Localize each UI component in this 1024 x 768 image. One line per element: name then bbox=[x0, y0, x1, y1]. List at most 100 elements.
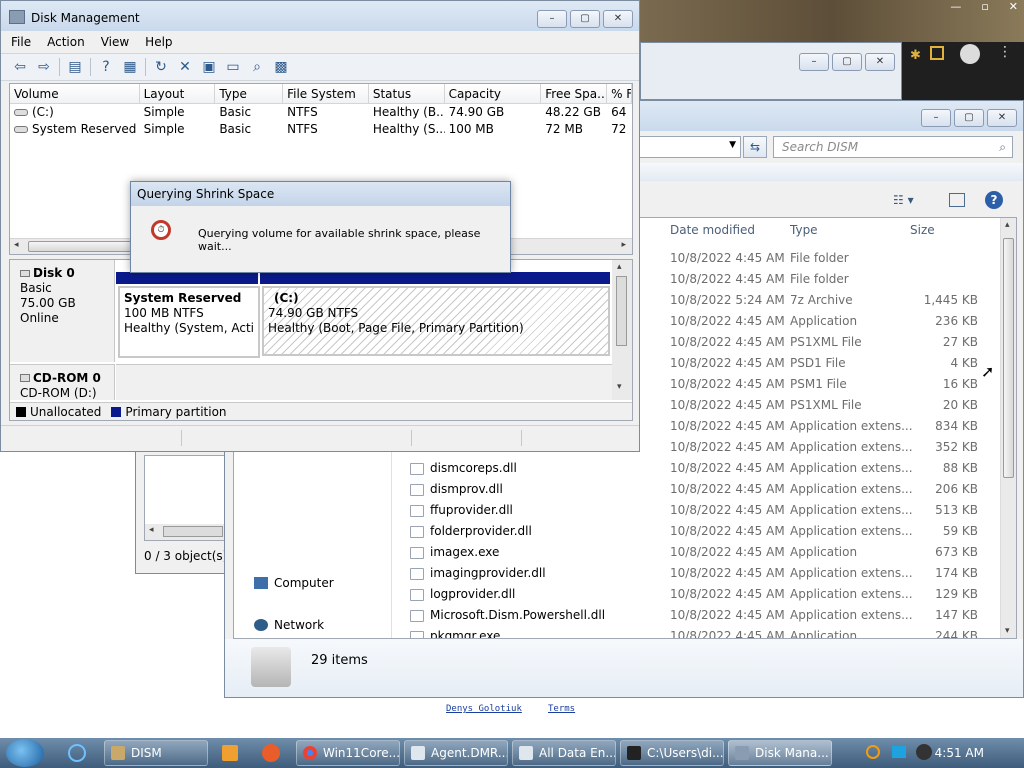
file-row[interactable]: ffuprovider.dll 10/8/2022 4:45 AM Applicat… bbox=[392, 500, 1000, 521]
scroll-up-icon[interactable]: ▴ bbox=[1005, 220, 1010, 230]
open-folder-icon[interactable]: ▭ bbox=[224, 58, 242, 76]
maximize-icon[interactable]: ▫ bbox=[981, 0, 988, 13]
taskbar-chrome[interactable]: Win11Core... bbox=[296, 740, 400, 766]
terms-link[interactable]: Terms bbox=[548, 704, 575, 714]
column-size[interactable]: Size bbox=[910, 223, 935, 237]
minimize-button[interactable]: – bbox=[537, 10, 567, 28]
column-volume[interactable]: Volume bbox=[10, 84, 140, 103]
media-player-icon[interactable] bbox=[222, 745, 238, 761]
file-row[interactable]: Microsoft.Dism.Powershell.dll 10/8/2022 4… bbox=[392, 605, 1000, 626]
scroll-down-icon[interactable]: ▾ bbox=[617, 382, 622, 392]
partition-c[interactable]: (C:) 74.90 GB NTFS Healthy (Boot, Page F… bbox=[262, 286, 610, 356]
more-menu-icon[interactable]: ⋮ bbox=[998, 44, 1012, 60]
scroll-up-icon[interactable]: ▴ bbox=[617, 262, 622, 272]
minimize-button[interactable]: – bbox=[921, 109, 951, 127]
grid-icon[interactable]: ▩ bbox=[272, 58, 290, 76]
file-row[interactable]: dismcoreps.dll 10/8/2022 4:45 AM Applicati… bbox=[392, 458, 1000, 479]
taskbar-clock[interactable]: 4:51 AM bbox=[935, 746, 984, 760]
column-free-space[interactable]: Free Spa... bbox=[541, 84, 608, 103]
column-status[interactable]: Status bbox=[369, 84, 445, 103]
scroll-left-icon[interactable]: ◂ bbox=[14, 240, 19, 250]
delete-icon[interactable]: ✕ bbox=[176, 58, 194, 76]
partition-system-reserved[interactable]: System Reserved 100 MB NTFS Healthy (Sys… bbox=[118, 286, 260, 358]
dialog-title[interactable]: Querying Shrink Space bbox=[131, 182, 510, 206]
scroll-thumb[interactable] bbox=[163, 526, 223, 537]
start-button[interactable] bbox=[6, 739, 44, 767]
internet-explorer-icon[interactable] bbox=[68, 744, 86, 762]
volume-row[interactable]: (C:) Simple Basic NTFS Healthy (B... 74.… bbox=[10, 104, 632, 121]
file-date: 10/8/2022 4:45 AM bbox=[670, 377, 785, 391]
paint-icon[interactable] bbox=[262, 744, 280, 762]
refresh-button[interactable]: ⇆ bbox=[743, 136, 767, 158]
search-input[interactable]: Search DISM ⌕ bbox=[773, 136, 1013, 158]
maximize-button[interactable]: ▢ bbox=[954, 109, 984, 127]
sidebar-icon[interactable] bbox=[930, 46, 944, 60]
column-type[interactable]: Type bbox=[215, 84, 284, 103]
taskbar-7zip[interactable]: C:\Users\di... bbox=[620, 740, 724, 766]
disk-management-titlebar[interactable]: Disk Management – ▢ ✕ bbox=[1, 1, 639, 31]
menu-view[interactable]: View bbox=[101, 35, 129, 49]
disk-pane-scrollbar[interactable]: ▴ ▾ bbox=[612, 260, 632, 400]
close-button[interactable]: ✕ bbox=[603, 10, 633, 28]
taskbar-agent[interactable]: Agent.DMR... bbox=[404, 740, 508, 766]
properties-icon[interactable]: ▦ bbox=[121, 58, 139, 76]
file-row[interactable]: folderprovider.dll 10/8/2022 4:45 AM Appli… bbox=[392, 521, 1000, 542]
column-file-system[interactable]: File System bbox=[283, 84, 369, 103]
help-icon[interactable]: ? bbox=[97, 58, 115, 76]
tray-display-icon[interactable] bbox=[892, 746, 906, 758]
menu-file[interactable]: File bbox=[11, 35, 31, 49]
refresh-icon[interactable]: ↻ bbox=[152, 58, 170, 76]
search-icon[interactable]: ⌕ bbox=[248, 58, 266, 76]
close-button[interactable]: ✕ bbox=[865, 53, 895, 71]
disk-0-label[interactable]: Disk 0 Basic 75.00 GB Online bbox=[10, 260, 115, 362]
menu-help[interactable]: Help bbox=[145, 35, 172, 49]
file-row[interactable]: imagex.exe 10/8/2022 4:45 AM Application 67… bbox=[392, 542, 1000, 563]
author-link[interactable]: Denys Golotiuk bbox=[446, 704, 522, 714]
vertical-scrollbar[interactable]: ▴ ▾ bbox=[1000, 218, 1016, 638]
scroll-thumb[interactable] bbox=[616, 276, 627, 346]
help-icon[interactable]: ? bbox=[985, 191, 1003, 209]
column-type[interactable]: Type bbox=[790, 223, 818, 237]
profile-avatar-icon[interactable] bbox=[960, 44, 980, 64]
file-row[interactable]: imagingprovider.dll 10/8/2022 4:45 AM Appl… bbox=[392, 563, 1000, 584]
change-view-icon[interactable]: ☷ ▾ bbox=[893, 193, 914, 207]
tray-volume-icon[interactable] bbox=[916, 744, 932, 760]
menu-action[interactable]: Action bbox=[47, 35, 85, 49]
taskbar-disk-management[interactable]: Disk Mana... bbox=[728, 740, 832, 766]
folder-icon bbox=[251, 647, 291, 687]
column-capacity[interactable]: Capacity bbox=[445, 84, 542, 103]
forward-icon[interactable]: ⇨ bbox=[35, 58, 53, 76]
minimize-icon[interactable]: — bbox=[950, 0, 961, 13]
maximize-button[interactable]: ▢ bbox=[832, 53, 862, 71]
scroll-down-icon[interactable]: ▾ bbox=[1005, 626, 1010, 636]
show-hide-console-icon[interactable]: ▤ bbox=[66, 58, 84, 76]
close-button[interactable]: ✕ bbox=[987, 109, 1017, 127]
nav-item-computer[interactable]: Computer bbox=[254, 576, 334, 590]
tray-search-icon[interactable] bbox=[866, 745, 880, 759]
file-row[interactable]: dismprov.dll 10/8/2022 4:45 AM Application… bbox=[392, 479, 1000, 500]
file-row[interactable]: pkgmgr.exe 10/8/2022 4:45 AM Application 24… bbox=[392, 626, 1000, 638]
secondary-scrollbar[interactable]: ◂ bbox=[145, 524, 227, 540]
extension-icon[interactable]: ✱ bbox=[910, 48, 921, 63]
scroll-thumb[interactable] bbox=[1003, 238, 1014, 478]
minimize-button[interactable]: – bbox=[799, 53, 829, 71]
taskbar-all-data[interactable]: All Data En... bbox=[512, 740, 616, 766]
cdrom-0-label[interactable]: CD-ROM 0 CD-ROM (D:) bbox=[10, 364, 115, 400]
column-layout[interactable]: Layout bbox=[140, 84, 216, 103]
close-icon[interactable]: ✕ bbox=[1009, 0, 1018, 13]
search-icon[interactable]: ⌕ bbox=[999, 137, 1006, 157]
back-icon[interactable]: ⇦ bbox=[11, 58, 29, 76]
nav-item-network[interactable]: Network bbox=[254, 618, 324, 632]
preview-pane-icon[interactable] bbox=[949, 193, 965, 207]
chevron-down-icon[interactable]: ▼ bbox=[729, 140, 736, 150]
taskbar-dism[interactable]: DISM bbox=[104, 740, 208, 766]
scroll-right-icon[interactable]: ▸ bbox=[621, 240, 626, 250]
scroll-left-icon[interactable]: ◂ bbox=[149, 525, 154, 535]
volume-row[interactable]: System Reserved Simple Basic NTFS Health… bbox=[10, 121, 632, 138]
bg-caption-buttons[interactable]: — ▫ ✕ bbox=[950, 0, 1018, 13]
column-percent-free[interactable]: % F bbox=[607, 84, 632, 103]
checklist-icon[interactable]: ▣ bbox=[200, 58, 218, 76]
maximize-button[interactable]: ▢ bbox=[570, 10, 600, 28]
file-row[interactable]: logprovider.dll 10/8/2022 4:45 AM Applicat… bbox=[392, 584, 1000, 605]
column-date-modified[interactable]: Date modified bbox=[670, 223, 755, 237]
